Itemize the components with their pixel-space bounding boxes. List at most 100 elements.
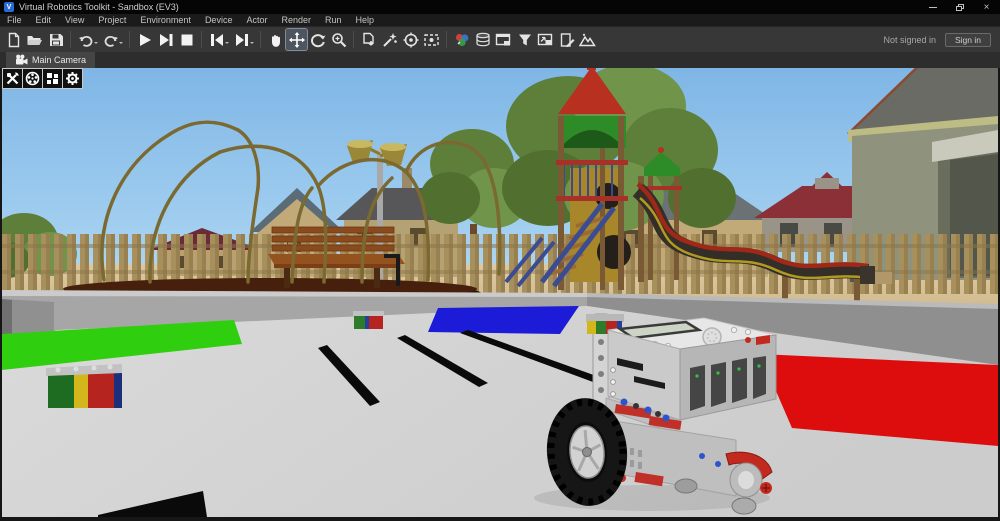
terrain-button[interactable] [577, 29, 598, 50]
minimize-button[interactable] [919, 0, 946, 14]
step-forward-button[interactable] [155, 29, 176, 50]
tab-strip: Main Camera [0, 52, 1000, 68]
wand-settings-icon [382, 32, 398, 48]
palette-icon [454, 32, 470, 48]
target-button[interactable] [400, 29, 421, 50]
edit-page-icon [559, 32, 575, 48]
close-icon: × [984, 2, 990, 13]
undo-icon [78, 32, 94, 48]
jump-to-end-button[interactable] [231, 29, 252, 50]
minimize-icon [929, 7, 937, 8]
menu-run[interactable]: Run [318, 14, 349, 26]
jump-to-start-icon [209, 32, 225, 48]
redo-dropdown-caret[interactable] [119, 42, 123, 46]
signin-area: Not signed in Sign in [883, 33, 997, 47]
main-toolbar: Not signed in Sign in [0, 26, 1000, 52]
blue-patch [428, 306, 579, 334]
open-folder-icon [26, 32, 43, 48]
menu-help[interactable]: Help [349, 14, 382, 26]
toolbar-separator [201, 31, 202, 48]
tab-main-camera[interactable]: Main Camera [6, 52, 95, 68]
jump-start-dropdown-caret[interactable] [225, 42, 229, 46]
camera-reel-button[interactable] [22, 68, 43, 89]
close-button[interactable]: × [973, 0, 1000, 14]
film-reel-icon [25, 71, 40, 86]
jump-to-end-icon [234, 32, 250, 48]
palette-button[interactable] [451, 29, 472, 50]
gear-icon [65, 71, 80, 86]
undo-button[interactable] [75, 29, 96, 50]
menu-device[interactable]: Device [198, 14, 240, 26]
camera-toolbar [2, 68, 83, 89]
rotate-tool-button[interactable] [307, 29, 328, 50]
app-window: V Virtual Robotics Toolkit - Sandbox (EV… [0, 0, 1000, 521]
save-icon [48, 32, 64, 48]
move-tool-icon [289, 32, 305, 48]
toolbar-separator [446, 31, 447, 48]
viewport [2, 68, 998, 517]
menu-environment[interactable]: Environment [133, 14, 198, 26]
import-model-button[interactable] [358, 29, 379, 50]
layer-stack-icon [475, 32, 491, 48]
title-bar: V Virtual Robotics Toolkit - Sandbox (EV… [0, 0, 1000, 14]
window-note-icon [495, 32, 512, 48]
toolbar-separator [70, 31, 71, 48]
window-export-icon [537, 32, 554, 48]
menu-edit[interactable]: Edit [29, 14, 59, 26]
camera-tools-button[interactable] [2, 68, 23, 89]
redo-button[interactable] [100, 29, 121, 50]
new-file-icon [6, 32, 22, 48]
rotate-tool-icon [310, 32, 326, 48]
redo-icon [103, 32, 119, 48]
open-folder-button[interactable] [24, 29, 45, 50]
play-button[interactable] [134, 29, 155, 50]
menu-render[interactable]: Render [274, 14, 318, 26]
jump-end-dropdown-caret[interactable] [250, 42, 254, 46]
undo-dropdown-caret[interactable] [94, 42, 98, 46]
window-title: Virtual Robotics Toolkit - Sandbox (EV3) [19, 2, 179, 12]
restore-button[interactable] [946, 0, 973, 14]
target-icon [403, 32, 419, 48]
edit-page-button[interactable] [556, 29, 577, 50]
wand-settings-button[interactable] [379, 29, 400, 50]
save-button[interactable] [45, 29, 66, 50]
menu-view[interactable]: View [58, 14, 91, 26]
keyframe-camera-button[interactable] [421, 29, 442, 50]
quad-view-button[interactable] [42, 68, 63, 89]
toolbar-separator [129, 31, 130, 48]
play-icon [137, 32, 153, 48]
toolbar-separator [353, 31, 354, 48]
window-frame-bottom [0, 517, 1000, 521]
import-model-icon [361, 32, 377, 48]
new-file-button[interactable] [3, 29, 24, 50]
stop-button[interactable] [176, 29, 197, 50]
signin-button[interactable]: Sign in [945, 33, 991, 47]
move-tool-button[interactable] [286, 29, 307, 50]
menu-project[interactable]: Project [91, 14, 133, 26]
menu-actor[interactable]: Actor [239, 14, 274, 26]
restore-icon [956, 4, 964, 11]
layer-stack-button[interactable] [472, 29, 493, 50]
tools-icon [5, 71, 20, 86]
menu-file[interactable]: File [0, 14, 29, 26]
stop-icon [179, 32, 195, 48]
window-note-button[interactable] [493, 29, 514, 50]
pan-hand-button[interactable] [265, 29, 286, 50]
tab-main-camera-label: Main Camera [32, 55, 86, 65]
terrain-icon [579, 32, 596, 48]
signin-status: Not signed in [883, 35, 936, 45]
jump-to-start-button[interactable] [206, 29, 227, 50]
step-forward-icon [158, 32, 174, 48]
window-export-button[interactable] [535, 29, 556, 50]
app-logo-icon: V [4, 2, 14, 12]
3d-viewport[interactable] [2, 68, 998, 517]
color-block-large [46, 364, 122, 408]
pan-hand-icon [268, 32, 284, 48]
camera-settings-button[interactable] [62, 68, 83, 89]
zoom-tool-button[interactable] [328, 29, 349, 50]
keyframe-camera-icon [423, 32, 440, 48]
video-camera-icon [15, 54, 28, 66]
filter-funnel-icon [517, 32, 533, 48]
menu-bar: File Edit View Project Environment Devic… [0, 14, 1000, 26]
filter-funnel-button[interactable] [514, 29, 535, 50]
